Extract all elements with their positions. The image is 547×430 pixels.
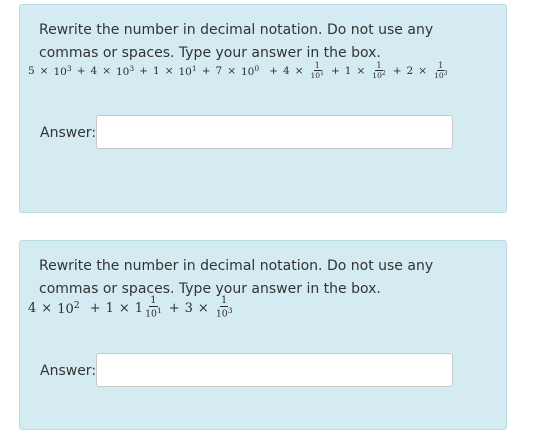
answer-label: Answer:	[40, 125, 97, 141]
math-expression-2: 4 × 102 + 1 × 1 1 101 + 3 × 1 103	[28, 295, 233, 320]
fraction: 1 102	[372, 61, 386, 81]
question-prompt: Rewrite the number in decimal notation. …	[39, 258, 434, 297]
answer-input[interactable]	[96, 115, 453, 149]
answer-label: Answer:	[40, 363, 97, 379]
answer-input[interactable]	[96, 353, 453, 387]
fraction: 1 103	[434, 61, 448, 81]
question-card-2: Rewrite the number in decimal notation. …	[19, 240, 507, 430]
fraction: 1 103	[215, 295, 233, 320]
question-prompt: Rewrite the number in decimal notation. …	[39, 22, 434, 61]
fraction: 1 101	[145, 295, 162, 320]
question-card-1: Rewrite the number in decimal notation. …	[19, 4, 507, 213]
fraction: 1 101	[310, 61, 324, 81]
math-expression-1: 5 × 103 + 4 × 103 + 1 × 101 + 7 × 100 + …	[28, 61, 448, 81]
